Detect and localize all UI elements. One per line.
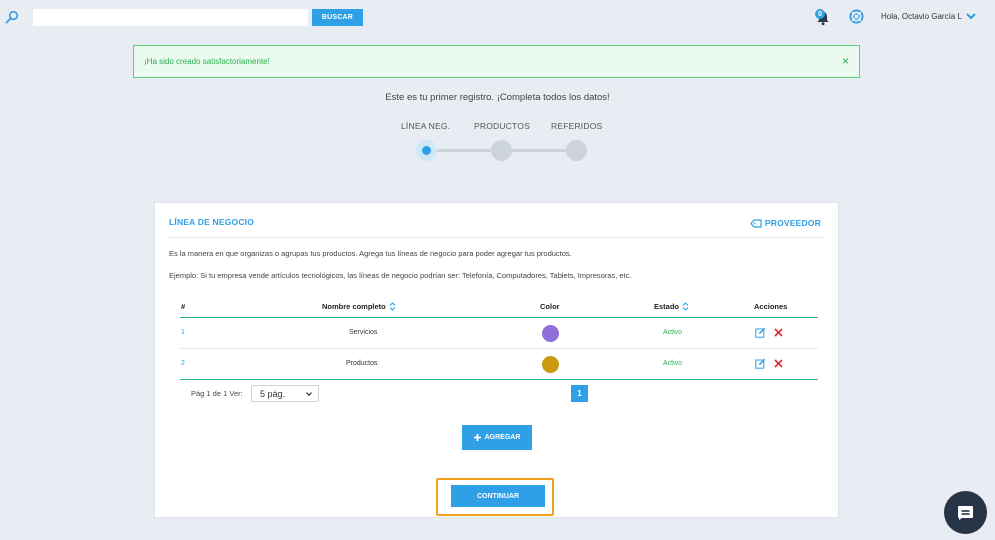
intro-text: Este es tu primer registro. ¡Completa to…	[385, 92, 610, 103]
row-num: 2	[181, 360, 185, 367]
delete-icon[interactable]	[774, 328, 783, 337]
card-title: LÍNEA DE NEGOCIO	[169, 217, 255, 227]
table-header-line	[180, 317, 818, 318]
chevron-down-icon	[306, 392, 312, 397]
plus-icon	[473, 434, 481, 441]
per-page-select[interactable]: 5 pág.	[251, 385, 319, 402]
tag-icon	[750, 218, 762, 228]
table-footer-line	[180, 379, 818, 380]
continue-button[interactable]: CONTINUAR	[451, 485, 545, 507]
help-lifebuoy-icon[interactable]	[849, 9, 864, 24]
provider-label: PROVEEDOR	[764, 218, 821, 228]
notifications-badge: 0	[815, 9, 825, 19]
step-dot-productos[interactable]	[491, 140, 512, 161]
chat-launcher-button[interactable]	[944, 491, 987, 534]
sort-icon	[389, 302, 396, 311]
card-example: Ejemplo: Si tu empresa vende artículos t…	[169, 271, 632, 280]
business-line-card: LÍNEA DE NEGOCIO PROVEEDOR Es la manera …	[154, 202, 839, 518]
step-dot-referidos[interactable]	[566, 140, 587, 161]
user-greeting: Hola, Octavio García L	[881, 12, 962, 21]
step-label-productos: PRODUCTOS	[474, 121, 530, 131]
card-description: Es la manera en que organizas o agrupas …	[169, 249, 572, 258]
page-button-current[interactable]: 1	[571, 385, 588, 402]
provider-link[interactable]: PROVEEDOR	[750, 218, 821, 228]
row-status: Activo	[663, 329, 683, 336]
user-menu[interactable]: Hola, Octavio García L	[881, 12, 976, 21]
header-actions: Acciones	[754, 302, 788, 311]
row-name: Productos	[346, 360, 378, 367]
row-divider	[180, 348, 818, 349]
header-name[interactable]: Nombre completo	[322, 302, 396, 311]
step-connector	[436, 149, 492, 152]
search-input[interactable]	[33, 9, 308, 26]
step-label-linea: LÍNEA NEG.	[401, 121, 451, 131]
close-icon[interactable]: ×	[842, 55, 849, 67]
color-swatch	[542, 325, 559, 342]
header-num: #	[181, 302, 186, 311]
header-status[interactable]: Estado	[654, 302, 689, 311]
add-button-label: AGREGAR	[484, 434, 521, 441]
add-button[interactable]: AGREGAR	[462, 425, 532, 450]
step-label-referidos: REFERIDOS	[551, 121, 603, 131]
notifications-button[interactable]: 0	[814, 9, 832, 27]
edit-icon[interactable]	[755, 327, 766, 338]
edit-icon[interactable]	[755, 358, 766, 369]
sort-icon	[682, 302, 689, 311]
per-page-value: 5 pág.	[260, 388, 286, 399]
step-connector	[511, 149, 567, 152]
color-swatch	[542, 356, 559, 373]
delete-icon[interactable]	[774, 359, 783, 368]
search-button[interactable]: BUSCAR	[312, 9, 363, 26]
success-alert: ¡Ha sido creado satisfactoriamente! ×	[133, 45, 860, 78]
top-bar: BUSCAR 0 Hola, Octavio García L	[0, 0, 995, 34]
row-num: 1	[181, 329, 185, 336]
chevron-down-icon	[966, 13, 976, 20]
pagination-text: Pág 1 de 1 Ver:	[191, 389, 243, 398]
search-icon[interactable]	[5, 10, 19, 24]
divider	[169, 237, 825, 238]
step-dot-linea[interactable]	[416, 140, 437, 161]
header-color: Color	[540, 302, 560, 311]
row-status: Activo	[663, 360, 683, 367]
alert-message: ¡Ha sido creado satisfactoriamente!	[144, 57, 270, 66]
chat-bubble-icon	[958, 506, 973, 520]
row-name: Servicios	[349, 329, 378, 336]
